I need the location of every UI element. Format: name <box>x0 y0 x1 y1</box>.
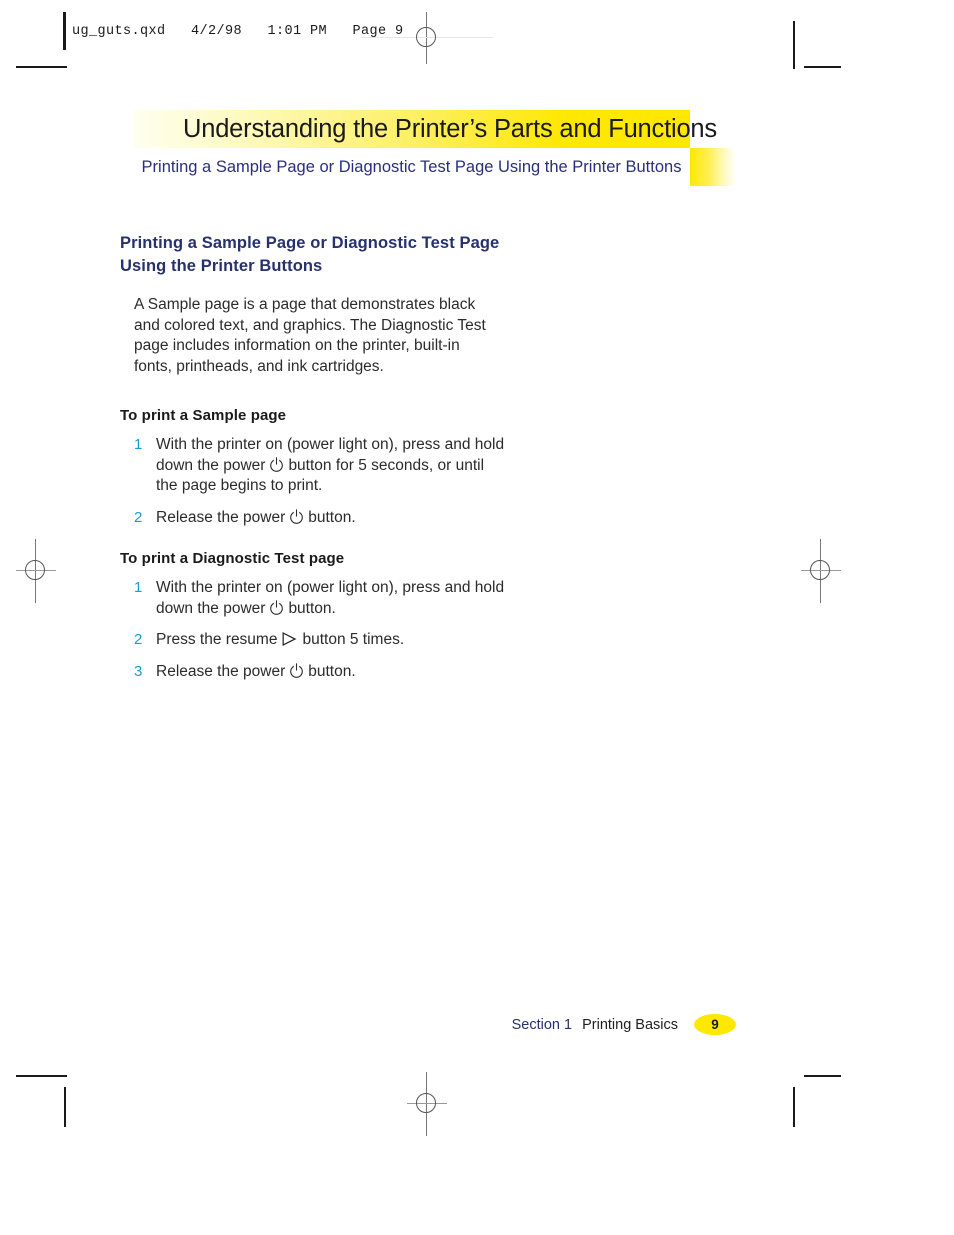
footer-section-label: Section 1 <box>511 1016 573 1033</box>
step-number: 1 <box>134 436 143 453</box>
crop-mark-bottom-right-horizontal <box>804 1075 841 1077</box>
registration-circle <box>25 560 45 580</box>
step-text: With the printer on (power light on), pr… <box>156 578 508 619</box>
crop-mark-bottom-left-horizontal <box>16 1075 67 1077</box>
list-item: 2 Release the power button. <box>134 508 740 529</box>
page-title-banner: Understanding the Printer’s Parts and Fu… <box>133 110 717 148</box>
list-item: 2 Press the resume button 5 times. <box>134 630 740 651</box>
list-item: 1 With the printer on (power light on), … <box>134 578 740 619</box>
resume-icon <box>280 631 299 647</box>
registration-circle <box>416 27 436 47</box>
sample-page-heading: To print a Sample page <box>120 407 287 424</box>
section-heading-line-1: Printing a Sample Page or Diagnostic Tes… <box>120 234 500 252</box>
file-header-text: ug_guts.qxd 4/2/98 1:01 PM Page 9 <box>72 23 404 39</box>
registration-mark-bottom <box>395 1072 459 1136</box>
crop-mark-top-right-vertical <box>793 21 795 69</box>
page-subtitle: Printing a Sample Page or Diagnostic Tes… <box>141 157 682 176</box>
main-content: Printing a Sample Page or Diagnostic Tes… <box>120 232 740 682</box>
registration-circle <box>416 1093 436 1113</box>
list-item: 1 With the printer on (power light on), … <box>134 435 740 497</box>
step-number: 1 <box>134 579 143 596</box>
banner-accent-block <box>690 148 736 186</box>
diagnostic-page-heading: To print a Diagnostic Test page <box>120 550 345 567</box>
page-number-badge: 9 <box>694 1014 736 1035</box>
registration-mark-right <box>789 539 853 603</box>
crop-mark-bottom-left-vertical <box>64 1087 66 1127</box>
power-icon <box>268 599 285 616</box>
step-text-after-icon: button. <box>308 662 356 680</box>
file-info-header: ug_guts.qxd 4/2/98 1:01 PM Page 9 <box>63 12 404 50</box>
step-text-before-icon: Release the power <box>156 662 286 680</box>
page-footer: Section 1 Printing Basics 9 <box>0 1014 736 1035</box>
step-text: With the printer on (power light on), pr… <box>156 435 508 497</box>
step-text-before-icon: Release the power <box>156 508 286 526</box>
step-number: 2 <box>134 631 143 648</box>
registration-circle <box>810 560 830 580</box>
step-text-after-icon: button 5 times. <box>302 631 405 648</box>
power-icon <box>288 662 305 679</box>
step-text-before-icon: Press the resume <box>156 631 278 648</box>
power-icon <box>268 456 285 473</box>
step-text-after-icon: button. <box>288 599 336 617</box>
crop-mark-top-left-horizontal <box>16 66 67 68</box>
page-title: Understanding the Printer’s Parts and Fu… <box>183 114 717 143</box>
footer-chapter-label: Printing Basics <box>582 1016 678 1033</box>
diagnostic-page-step-list: 1 With the printer on (power light on), … <box>120 578 740 682</box>
intro-paragraph: A Sample page is a page that demonstrate… <box>134 296 486 375</box>
step-text-after-icon: button. <box>308 508 356 526</box>
section-heading-line-2: Using the Printer Buttons <box>120 257 323 275</box>
step-text: Release the power button. <box>156 508 356 529</box>
registration-mark-top <box>361 6 493 70</box>
section-heading: Printing a Sample Page or Diagnostic Tes… <box>120 232 520 278</box>
crop-mark-bottom-right-vertical <box>793 1087 795 1127</box>
step-number: 2 <box>134 508 143 526</box>
crop-mark-top-right-horizontal <box>804 66 841 68</box>
step-text: Release the power button. <box>156 662 356 683</box>
sample-page-step-list: 1 With the printer on (power light on), … <box>120 435 740 528</box>
file-header-rule <box>63 12 64 50</box>
power-icon <box>288 508 305 525</box>
registration-mark-left <box>4 539 68 603</box>
step-text: Press the resume button 5 times. <box>156 630 404 651</box>
list-item: 3 Release the power button. <box>134 662 740 683</box>
step-number: 3 <box>134 662 143 680</box>
